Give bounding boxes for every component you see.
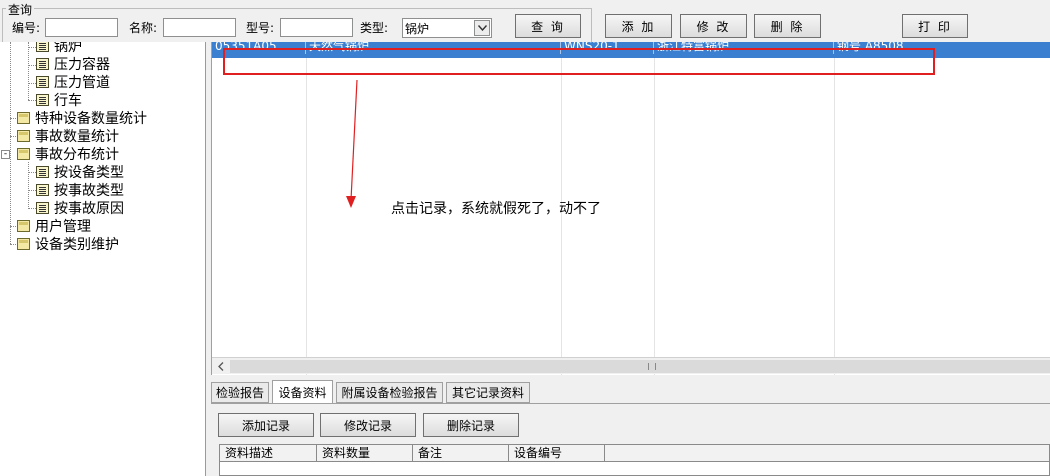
column-header[interactable]: 设备编号 <box>509 445 605 462</box>
tree-item-label: 按事故原因 <box>54 201 124 217</box>
document-icon <box>36 184 49 196</box>
no-label: 编号: <box>12 21 41 35</box>
collapse-icon[interactable]: - <box>1 150 10 159</box>
tree-item-by-equipment-type[interactable]: 按设备类型 <box>36 163 124 181</box>
tree-item-label: 压力容器 <box>54 57 110 73</box>
document-icon <box>36 202 49 214</box>
add-button[interactable]: 添 加 <box>605 14 672 38</box>
type-select[interactable]: 锅炉 <box>402 18 492 38</box>
annotation-arrow <box>346 79 358 208</box>
query-button[interactable]: 查 询 <box>515 14 581 38</box>
tree-item-accident-count[interactable]: 事故数量统计 <box>17 127 119 145</box>
tree-connector <box>28 83 36 84</box>
horizontal-scrollbar[interactable] <box>212 357 1050 374</box>
category-tree: - 锅炉 压力容器 压力管道 行车 特种设备数量统计 事故数量统计 事故分布统计… <box>0 42 206 476</box>
folder-icon <box>17 220 30 232</box>
column-header[interactable]: 资料描述 <box>220 445 317 462</box>
print-button[interactable]: 打 印 <box>902 14 968 38</box>
tree-connector <box>28 172 36 173</box>
column-divider <box>654 58 655 375</box>
tree-connector <box>28 65 36 66</box>
tree-item-label: 用户管理 <box>35 219 91 235</box>
tree-item-label: 行车 <box>54 93 82 109</box>
document-icon <box>36 58 49 70</box>
tree-item-user-management[interactable]: 用户管理 <box>17 217 91 235</box>
tab-inspection-report[interactable]: 检验报告 <box>211 382 269 403</box>
tree-connector <box>28 190 36 191</box>
tab-auxiliary-inspection[interactable]: 附属设备检验报告 <box>336 382 443 403</box>
tree-item-label: 特种设备数量统计 <box>35 111 147 127</box>
delete-record-button[interactable]: 删除记录 <box>423 413 519 437</box>
column-header-filler <box>605 445 1049 462</box>
documents-table: 资料描述 资料数量 备注 设备编号 <box>219 444 1050 476</box>
document-icon <box>36 166 49 178</box>
tree-item-label: 压力管道 <box>54 75 110 91</box>
add-record-button[interactable]: 添加记录 <box>218 413 314 437</box>
tab-other-records[interactable]: 其它记录资料 <box>446 382 530 403</box>
tree-connector <box>10 42 11 244</box>
folder-icon <box>17 112 30 124</box>
annotation-box <box>223 48 935 75</box>
folder-icon <box>17 238 30 250</box>
grip-icon <box>648 363 656 370</box>
tree-item-by-accident-type[interactable]: 按事故类型 <box>36 181 124 199</box>
folder-icon <box>17 148 30 160</box>
folder-icon <box>17 130 30 142</box>
document-icon <box>36 94 49 106</box>
type-select-value: 锅炉 <box>405 22 430 36</box>
delete-button[interactable]: 删 除 <box>754 14 821 38</box>
scroll-left-icon[interactable] <box>214 360 228 373</box>
name-input[interactable] <box>163 18 236 37</box>
model-input[interactable] <box>280 18 353 37</box>
query-group-title: 查询 <box>6 1 35 18</box>
edit-record-button[interactable]: 修改记录 <box>320 413 416 437</box>
tree-connector <box>28 162 29 209</box>
edit-button[interactable]: 修 改 <box>680 14 747 38</box>
column-divider <box>306 58 307 375</box>
column-header[interactable]: 备注 <box>413 445 509 462</box>
tree-item-pressure-pipe[interactable]: 压力管道 <box>36 73 110 91</box>
tree-item-label: 设备类别维护 <box>35 237 119 253</box>
tree-item-crane[interactable]: 行车 <box>36 91 82 109</box>
tree-connector <box>28 47 36 48</box>
tree-item-label: 事故数量统计 <box>35 129 119 145</box>
annotation-text: 点击记录，系统就假死了，动不了 <box>391 201 601 217</box>
tree-item-label: 按事故类型 <box>54 183 124 199</box>
tree-item-label: 事故分布统计 <box>35 147 119 163</box>
document-icon <box>36 42 49 52</box>
document-icon <box>36 76 49 88</box>
tab-equipment-data[interactable]: 设备资料 <box>272 380 333 404</box>
equipment-grid: 05351A05 天然气锅炉 WNS20-1... 浙江特富锅炉 钢号 A850… <box>211 42 1050 375</box>
model-label: 型号: <box>246 21 275 35</box>
column-header[interactable]: 资料数量 <box>317 445 413 462</box>
tree-item-equipment-stats[interactable]: 特种设备数量统计 <box>17 109 147 127</box>
tree-connector <box>28 208 36 209</box>
tree-item-pressure-vessel[interactable]: 压力容器 <box>36 55 110 73</box>
scroll-thumb[interactable] <box>230 360 1050 373</box>
tree-connector <box>28 100 36 101</box>
name-label: 名称: <box>129 21 158 35</box>
column-divider <box>834 58 835 375</box>
tree-item-equipment-category[interactable]: 设备类别维护 <box>17 235 119 253</box>
type-label: 类型: <box>360 21 389 35</box>
tree-item-label: 按设备类型 <box>54 165 124 181</box>
tree-item-by-accident-cause[interactable]: 按事故原因 <box>36 199 124 217</box>
tree-connector <box>28 42 29 100</box>
chevron-down-icon[interactable] <box>474 20 490 36</box>
tree-item-accident-distribution[interactable]: 事故分布统计 <box>17 145 119 163</box>
no-input[interactable] <box>45 18 118 37</box>
